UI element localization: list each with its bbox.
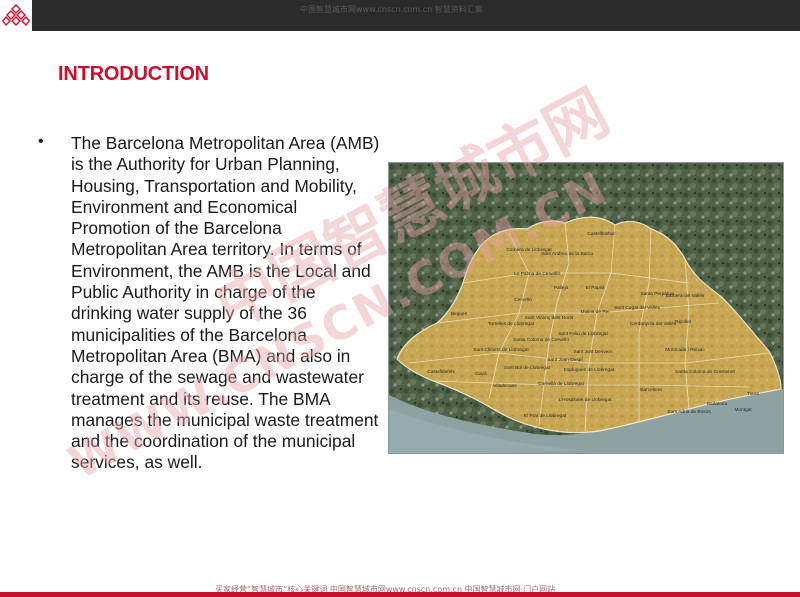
map-label: Begues [451, 311, 468, 317]
map-label: Sant Andreu de la Barca [541, 251, 593, 257]
map-label: Castelldefels [427, 369, 455, 375]
header-watermark: 中国智慧城市网www.cnscn.com.cn 智慧资料汇集 [300, 5, 483, 14]
map-label: La Palma de Cervelló [514, 271, 560, 277]
map-label: Molins de Rei [580, 309, 609, 315]
map-label: Barcelona [640, 387, 662, 393]
map-label: Torrelles de Llobregat [488, 321, 535, 327]
map-label: Badalona [707, 401, 728, 407]
top-bar: 中国智慧城市网www.cnscn.com.cn 智慧资料汇集 [0, 0, 800, 31]
map-label: Tiana [747, 391, 759, 397]
map-label: Sant Cugat del Vallès [614, 305, 660, 311]
map-label: Santa Coloma de Gramenet [675, 369, 735, 375]
map-label: Castellbisbal [587, 231, 614, 237]
map-label: Santa Coloma de Cervelló [513, 337, 569, 343]
map-label: Cerdanyola del Vallès [630, 321, 677, 327]
map-label: Gavà [475, 371, 487, 377]
map-label: Montcada i Reixac [665, 347, 705, 353]
map-label: Sant Feliu de Llobregat [558, 331, 608, 337]
map-label: Esplugues de Llobregat [564, 367, 615, 373]
map-label: Cervelló [514, 297, 532, 303]
map-label: Sant Joan Despí [547, 357, 583, 363]
logo [0, 0, 32, 31]
map-label: Cornellà de Llobregat [538, 381, 585, 387]
map-label: Viladecans [493, 383, 517, 389]
metropolitan-area-map: Castellbisbal Corbera de Llobregat Sant … [388, 162, 784, 454]
map-label: Sant Just Desvern [573, 349, 613, 355]
map-label: Pallejà [554, 285, 569, 291]
map-label: Sant Adrià de Besòs [667, 409, 711, 415]
map-label: Sant Climent de Llobregat [473, 347, 529, 353]
map-label: Ripollet [675, 319, 692, 325]
map-label: El Papiol [586, 285, 605, 291]
slide-title: INTRODUCTION [58, 63, 209, 85]
body-paragraph: The Barcelona Metropolitan Area (AMB) is… [71, 133, 380, 473]
logo-diamonds-icon [2, 4, 30, 27]
bullet-marker: • [38, 133, 44, 150]
map-label: Barberà del Vallès [666, 293, 705, 299]
map-label: Montgat [734, 407, 752, 413]
map-graphic: Castellbisbal Corbera de Llobregat Sant … [389, 163, 783, 453]
map-label: El Prat de Llobregat [524, 413, 567, 419]
map-label: Sant Boi de Llobregat [504, 365, 551, 371]
map-label: Sant Vicenç dels Horts [525, 315, 574, 321]
map-label: L'Hospitalet de Llobregat [559, 397, 613, 403]
footer-bar [0, 592, 800, 597]
